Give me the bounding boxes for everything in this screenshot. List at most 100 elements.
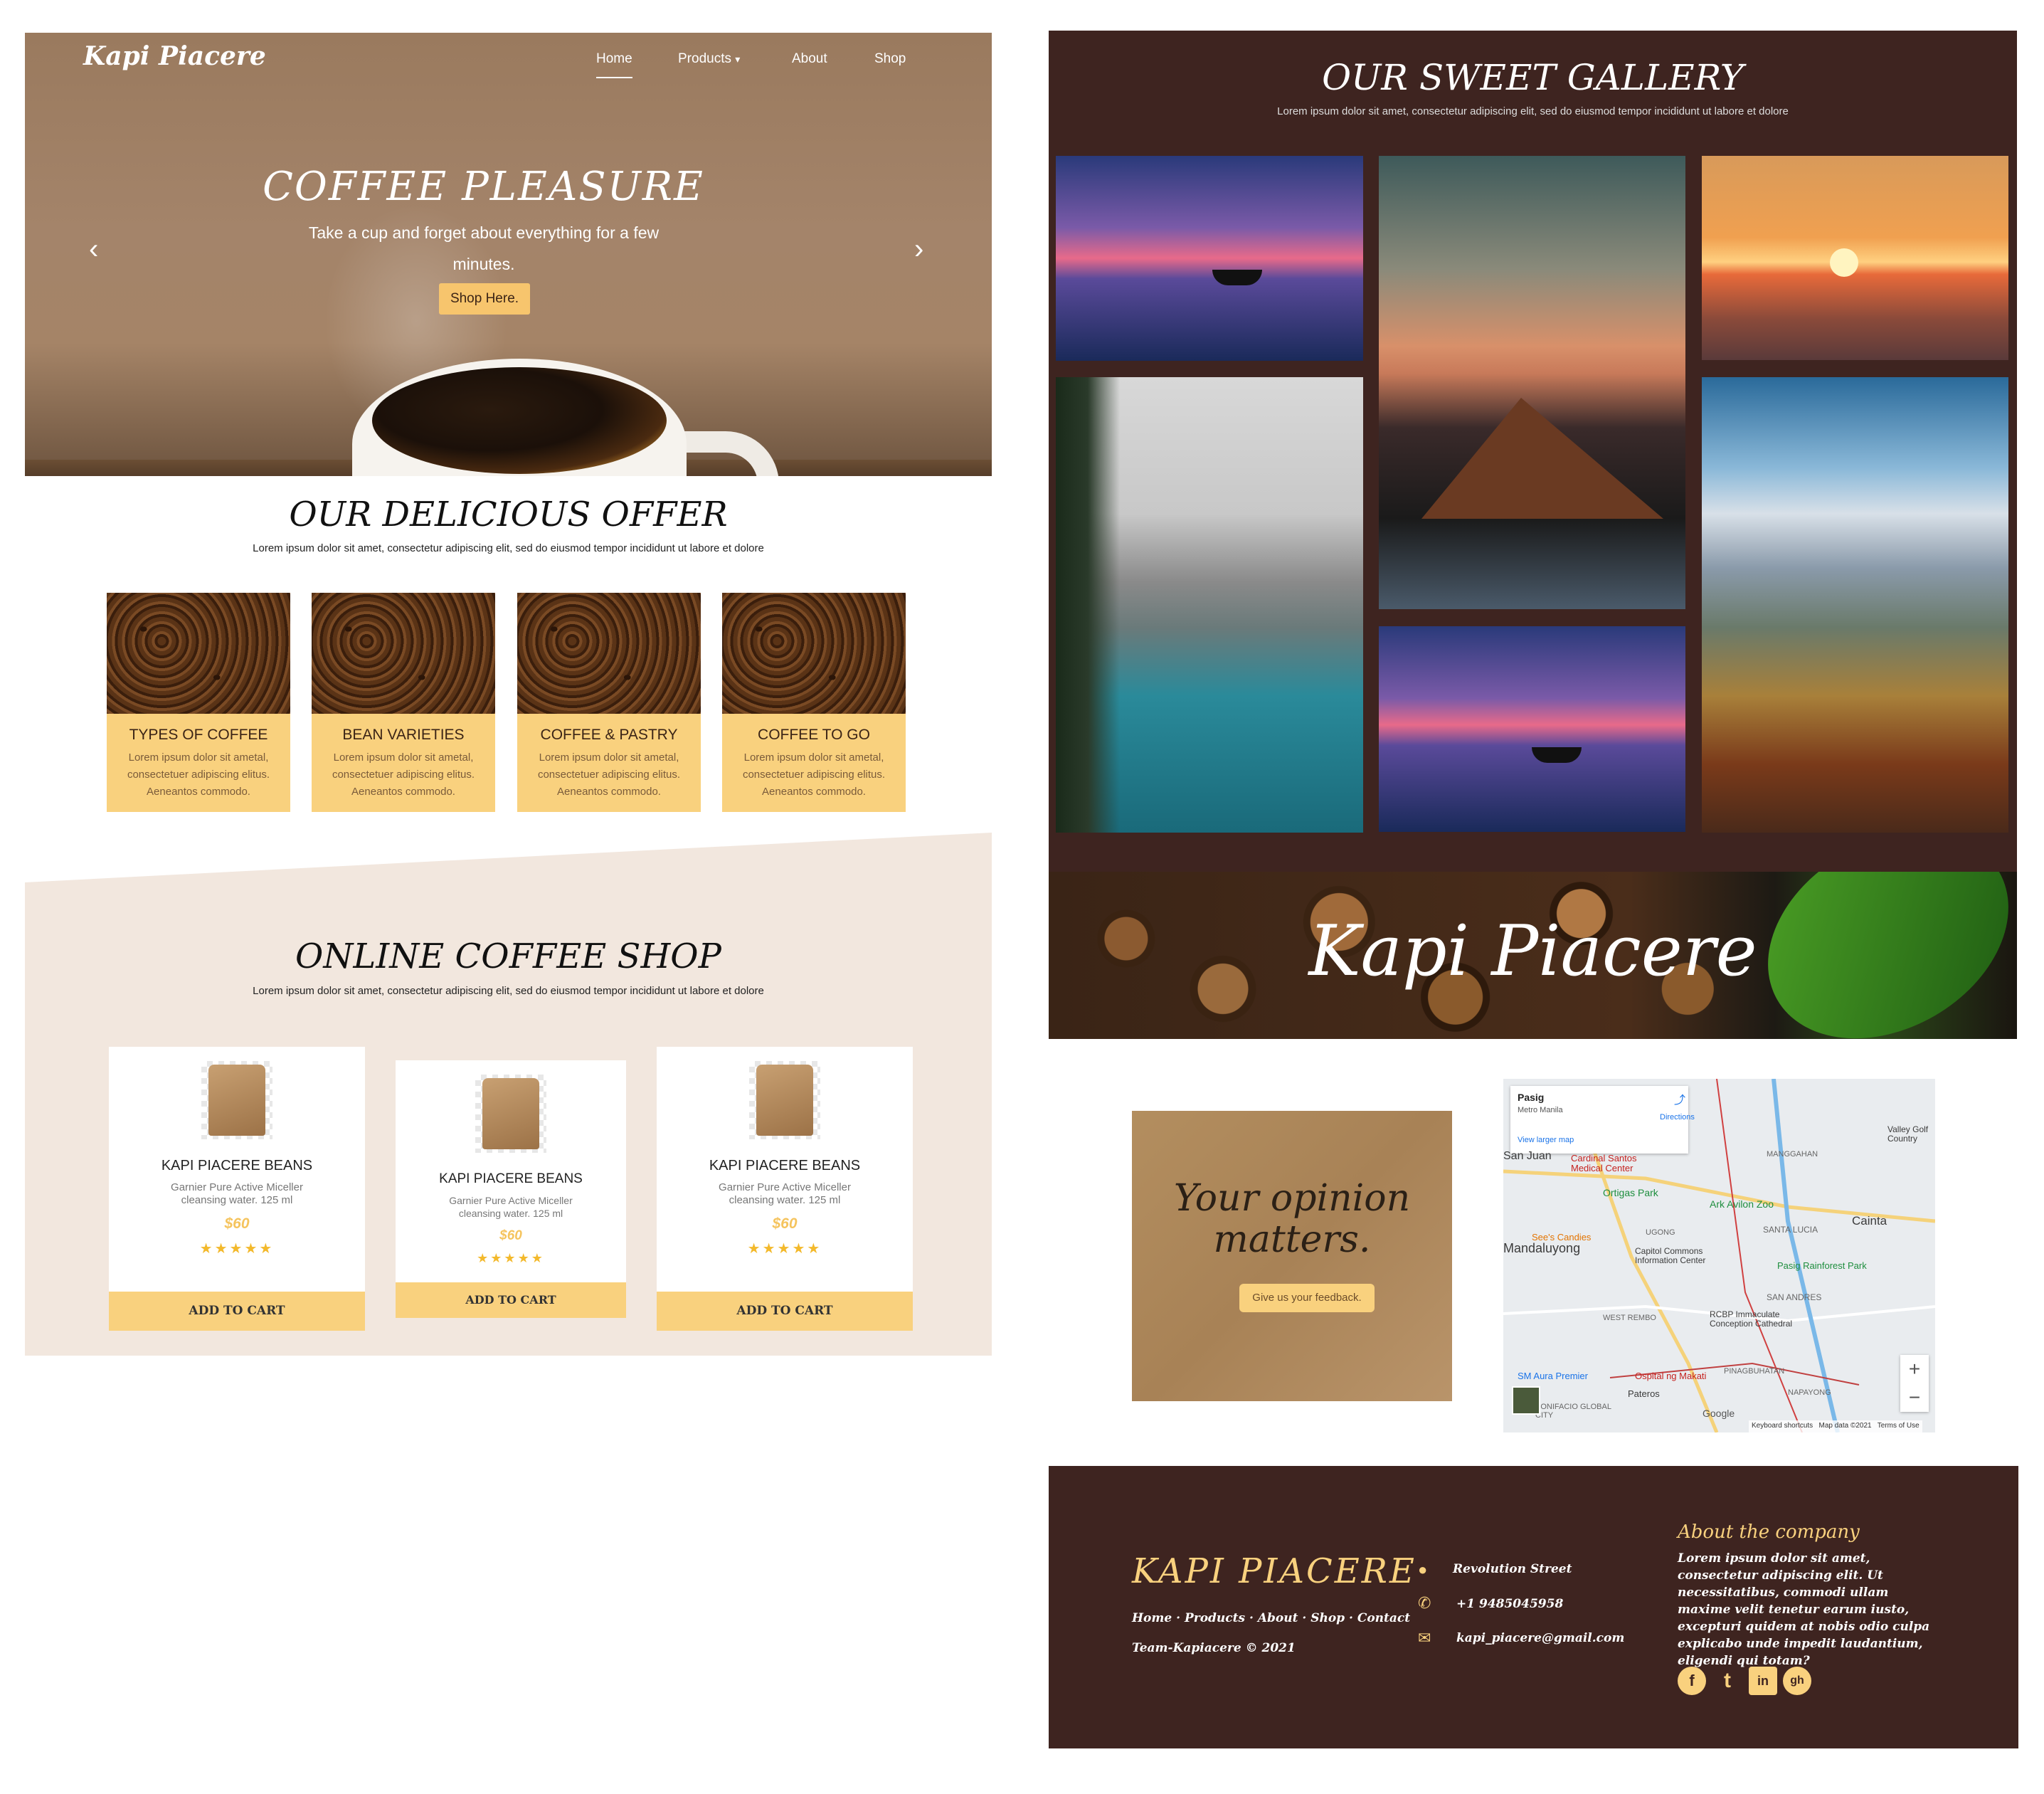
product-price: $60 bbox=[772, 1215, 798, 1232]
offer-card[interactable]: COFFEE TO GO Lorem ipsum dolor sit ameta… bbox=[722, 593, 906, 812]
gallery-image-boat-sunset[interactable] bbox=[1056, 156, 1363, 361]
carousel-prev-icon[interactable]: ‹ bbox=[89, 235, 98, 263]
offer-card-desc: Lorem ipsum dolor sit ametal, consectetu… bbox=[742, 751, 886, 798]
zoom-in-icon[interactable]: + bbox=[1900, 1355, 1929, 1383]
product-image bbox=[201, 1061, 272, 1139]
product-desc: Garnier Pure Active Miceller cleansing w… bbox=[719, 1181, 851, 1206]
directions-icon[interactable]: ⤴ bbox=[1674, 1090, 1685, 1107]
gallery-title: OUR SWEET GALLERY bbox=[1322, 57, 1744, 98]
add-to-cart-button[interactable]: ADD TO CART bbox=[657, 1292, 913, 1331]
map-label: See's Candies bbox=[1532, 1232, 1592, 1242]
linkedin-icon[interactable]: in bbox=[1749, 1667, 1777, 1695]
keyboard-shortcuts-link[interactable]: Keyboard shortcuts bbox=[1752, 1422, 1813, 1430]
view-larger-map-link[interactable]: View larger map bbox=[1518, 1136, 1574, 1144]
coffee-bag-icon bbox=[756, 1065, 813, 1136]
star-rating-icon: ★★★★★ bbox=[199, 1241, 275, 1257]
footer-email[interactable]: kapi_piacere@gmail.com bbox=[1456, 1631, 1624, 1645]
offer-card-title: TYPES OF COFFEE bbox=[129, 727, 268, 743]
shop-lorem: Lorem ipsum dolor sit amet, consectetur … bbox=[253, 985, 764, 997]
satellite-toggle[interactable] bbox=[1512, 1386, 1540, 1415]
offer-card-desc: Lorem ipsum dolor sit ametal, consectetu… bbox=[332, 751, 475, 798]
offer-card[interactable]: COFFEE & PASTRY Lorem ipsum dolor sit am… bbox=[517, 593, 701, 812]
feedback-button[interactable]: Give us your feedback. bbox=[1239, 1284, 1375, 1312]
nav-products[interactable]: Products ▾ bbox=[678, 51, 740, 67]
map-region: Metro Manila bbox=[1518, 1106, 1563, 1114]
add-to-cart-button[interactable]: ADD TO CART bbox=[109, 1292, 365, 1331]
offer-card[interactable]: BEAN VARIETIES Lorem ipsum dolor sit ame… bbox=[312, 593, 495, 812]
map-label: Valley Golf Country bbox=[1887, 1124, 1929, 1144]
github-icon[interactable]: gh bbox=[1783, 1667, 1811, 1695]
add-to-cart-button[interactable]: ADD TO CART bbox=[396, 1282, 626, 1318]
gallery-image-valley[interactable] bbox=[1702, 377, 2008, 833]
footer-address: Revolution Street bbox=[1453, 1562, 1572, 1576]
nav-home[interactable]: Home bbox=[596, 51, 632, 78]
product-name: KAPI PIACERE BEANS bbox=[709, 1158, 861, 1173]
map-label: Ark Avilon Zoo bbox=[1710, 1198, 1774, 1210]
map-label: SM Aura Premier bbox=[1518, 1371, 1588, 1381]
gallery-image-boat-sunset-2[interactable] bbox=[1379, 626, 1685, 832]
gallery-image-ocean-pier[interactable] bbox=[1702, 156, 2008, 360]
coffee-surface bbox=[372, 367, 667, 474]
map-label: San Juan bbox=[1503, 1150, 1552, 1162]
star-rating-icon: ★★★★★ bbox=[477, 1251, 545, 1265]
gallery-image-snowy-lake[interactable] bbox=[1056, 377, 1363, 833]
map-label: Cardinal Santos Medical Center bbox=[1571, 1153, 1637, 1173]
feedback-title: Your opinion matters. bbox=[1173, 1177, 1411, 1261]
gallery-lorem: Lorem ipsum dolor sit amet, consectetur … bbox=[1277, 105, 1789, 117]
about-company-title: About the company bbox=[1678, 1521, 1860, 1543]
map-zoom-control: + − bbox=[1900, 1355, 1929, 1412]
offer-card-title: COFFEE & PASTRY bbox=[540, 727, 678, 743]
pine-trees bbox=[1056, 377, 1120, 833]
footer-links[interactable]: Home · Products · About · Shop · Contact bbox=[1132, 1611, 1410, 1625]
directions-link[interactable]: Directions bbox=[1660, 1113, 1695, 1122]
about-company-text: Lorem ipsum dolor sit amet, consectetur … bbox=[1678, 1551, 1930, 1668]
map-info-card: Pasig Metro Manila View larger map ⤴ Dir… bbox=[1510, 1086, 1695, 1154]
product-card[interactable]: KAPI PIACERE BEANS Garnier Pure Active M… bbox=[109, 1047, 365, 1331]
nav-about[interactable]: About bbox=[792, 51, 827, 67]
footer-brand: KAPI PIACERE bbox=[1132, 1551, 1416, 1591]
product-name: KAPI PIACERE BEANS bbox=[161, 1158, 313, 1173]
map-data-text: Map data ©2021 bbox=[1818, 1422, 1872, 1430]
map-label: MANGGAHAN bbox=[1767, 1150, 1818, 1159]
google-logo: Google bbox=[1703, 1408, 1735, 1419]
carousel-next-icon[interactable]: › bbox=[914, 235, 923, 263]
coffee-beans-image bbox=[517, 593, 701, 714]
map-label: SANTA LUCIA bbox=[1763, 1225, 1818, 1235]
map-label: Ospital ng Makati bbox=[1635, 1371, 1707, 1381]
map-label: WEST REMBO bbox=[1603, 1314, 1656, 1322]
star-rating-icon: ★★★★★ bbox=[747, 1241, 822, 1257]
footer-phone: +1 9485045958 bbox=[1456, 1597, 1564, 1611]
facebook-icon[interactable]: f bbox=[1678, 1667, 1706, 1695]
banner-brand-text: Kapi Piacere bbox=[1308, 911, 1757, 992]
map-embed[interactable]: Pasig Metro Manila View larger map ⤴ Dir… bbox=[1503, 1079, 1935, 1432]
map-pin-icon: ● bbox=[1418, 1561, 1428, 1578]
map-label: Pasig Rainforest Park bbox=[1777, 1260, 1867, 1271]
map-label: RCBP Immaculate Conception Cathedral bbox=[1710, 1309, 1793, 1329]
coffee-bag-icon bbox=[208, 1065, 265, 1136]
map-label: BONIFACIO GLOBAL CITY bbox=[1535, 1403, 1611, 1420]
twitter-icon[interactable]: t bbox=[1713, 1667, 1742, 1695]
map-label: Pateros bbox=[1628, 1388, 1660, 1399]
product-price: $60 bbox=[499, 1228, 522, 1243]
offer-lorem: Lorem ipsum dolor sit amet, consectetur … bbox=[253, 542, 764, 554]
map-label: Ortigas Park bbox=[1603, 1187, 1658, 1198]
hero-subtitle: Take a cup and forget about everything f… bbox=[308, 223, 660, 273]
nav-shop[interactable]: Shop bbox=[874, 51, 906, 67]
terms-link[interactable]: Terms of Use bbox=[1878, 1422, 1919, 1430]
product-card[interactable]: KAPI PIACERE BEANS Garnier Pure Active M… bbox=[396, 1060, 626, 1318]
product-image bbox=[749, 1061, 820, 1139]
envelope-icon: ✉ bbox=[1418, 1629, 1431, 1647]
zoom-out-icon[interactable]: − bbox=[1900, 1383, 1929, 1412]
map-label: Mandaluyong bbox=[1503, 1241, 1581, 1255]
shop-here-button[interactable]: Shop Here. bbox=[439, 283, 530, 315]
mountain-peak bbox=[1421, 398, 1663, 519]
brand-logo[interactable]: Kapi Piacere bbox=[83, 41, 266, 71]
product-card[interactable]: KAPI PIACERE BEANS Garnier Pure Active M… bbox=[657, 1047, 913, 1331]
product-image bbox=[475, 1075, 546, 1153]
boat-silhouette bbox=[1532, 747, 1582, 763]
map-label: Capitol Commons Information Center bbox=[1635, 1246, 1706, 1265]
product-name: KAPI PIACERE BEANS bbox=[439, 1171, 583, 1186]
coffee-bag-icon bbox=[482, 1078, 539, 1149]
gallery-image-mountain-sunset[interactable] bbox=[1379, 156, 1685, 609]
offer-card[interactable]: TYPES OF COFFEE Lorem ipsum dolor sit am… bbox=[107, 593, 290, 812]
